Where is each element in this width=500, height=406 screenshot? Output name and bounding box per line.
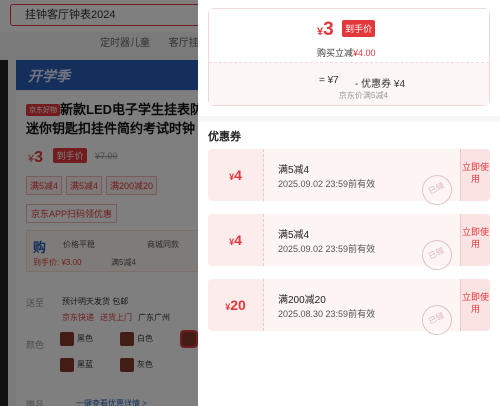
use-coupon-button[interactable]: 立即使用 [460, 279, 490, 331]
summary-breakdown: = ¥7 京东价 - 优惠券 ¥4 满5减4 [209, 63, 489, 105]
use-coupon-button[interactable]: 立即使用 [460, 214, 490, 266]
claimed-stamp: 已领 [417, 235, 457, 275]
summary-price-badge: 到手价 [342, 20, 376, 37]
jd-price-value: = ¥7 [319, 75, 339, 86]
coupon-validity: 2025.09.02 23:59前有效 [278, 179, 376, 189]
coupon-amount-value: 4 [234, 167, 242, 183]
coupon-section-title: 优惠券 [208, 131, 241, 143]
coupon-card: ¥4 满5减4 2025.09.02 23:59前有效 已领 立即使用 [208, 214, 490, 275]
summary-discount: 购买立减¥4.00 [317, 46, 376, 59]
coupon-term: - 优惠券 ¥4 满5减4 [355, 75, 406, 100]
coupon-drawer: ¥3 到手价 购买立减¥4.00 = ¥7 京东价 - 优惠券 ¥4 满5减4 … [198, 0, 500, 406]
summary-top: ¥3 到手价 购买立减¥4.00 [209, 9, 489, 63]
coupon-card: ¥4 满5减4 2025.09.02 23:59前有效 已领 立即使用 [208, 149, 490, 210]
divider [198, 116, 500, 122]
coupon-term-label: 满5减4 [363, 91, 388, 100]
coupon-term-value: - 优惠券 ¥4 [355, 79, 406, 90]
coupon-validity: 2025.09.02 23:59前有效 [278, 244, 376, 254]
summary-price-value: 3 [323, 19, 334, 40]
use-coupon-button[interactable]: 立即使用 [460, 149, 490, 201]
coupon-amount-value: 4 [234, 232, 242, 248]
coupon-validity: 2025.08.30 23:59前有效 [278, 309, 376, 319]
claimed-stamp: 已领 [417, 300, 457, 340]
coupon-details: 满5减4 2025.09.02 23:59前有效 已领 [264, 214, 460, 275]
jd-price-term: = ¥7 京东价 [319, 75, 363, 100]
coupon-amount: ¥4 [208, 214, 264, 266]
discount-text: 购买立减 [317, 48, 354, 58]
coupon-card: ¥20 满200减20 2025.08.30 23:59前有效 已领 立即使用 [208, 279, 490, 340]
coupon-amount-value: 20 [230, 297, 246, 313]
coupon-amount: ¥20 [208, 279, 264, 331]
summary-price: ¥3 到手价 [317, 19, 376, 41]
coupon-name: 满200减20 [278, 295, 326, 306]
coupon-amount: ¥4 [208, 149, 264, 201]
price-summary-card: ¥3 到手价 购买立减¥4.00 = ¥7 京东价 - 优惠券 ¥4 满5减4 [208, 8, 490, 106]
coupon-details: 满200减20 2025.08.30 23:59前有效 已领 [264, 279, 460, 340]
discount-amount: ¥4.00 [353, 48, 376, 58]
coupon-details: 满5减4 2025.09.02 23:59前有效 已领 [264, 149, 460, 210]
jd-price-label: 京东价 [338, 91, 363, 100]
claimed-stamp: 已领 [417, 170, 457, 210]
coupon-name: 满5减4 [278, 230, 310, 241]
coupon-name: 满5减4 [278, 165, 310, 176]
